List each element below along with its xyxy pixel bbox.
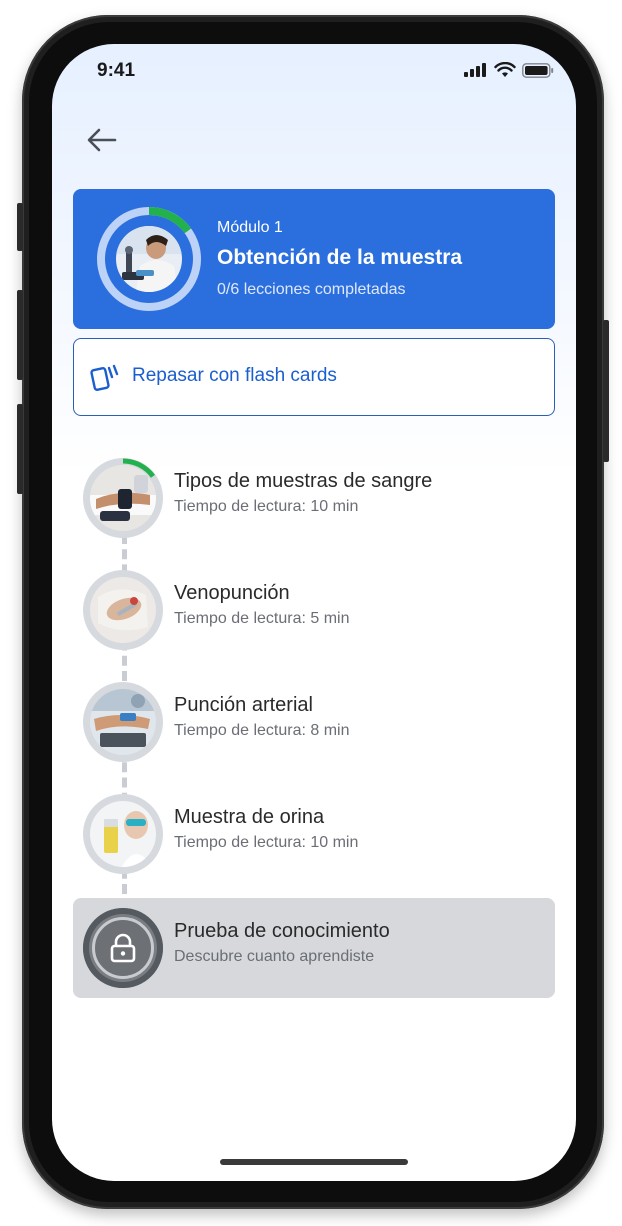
battery-icon xyxy=(522,62,554,78)
lesson-reading-time: Tiempo de lectura: 8 min xyxy=(174,722,350,739)
signal-icon xyxy=(464,63,486,77)
lesson-title: Muestra de orina xyxy=(174,806,325,828)
lesson-progress-ring xyxy=(83,570,163,650)
lesson-item[interactable]: Tipos de muestras de sangre Tiempo de le… xyxy=(73,448,555,548)
wifi-icon xyxy=(494,62,516,77)
home-indicator xyxy=(220,1159,408,1165)
flash-cards-icon xyxy=(90,364,119,391)
flash-cards-button[interactable]: Repasar con flash cards xyxy=(73,338,555,416)
volume-up-button xyxy=(17,290,23,380)
knowledge-quiz-item[interactable]: Prueba de conocimiento Descubre cuanto a… xyxy=(73,898,555,998)
lesson-progress-ring xyxy=(83,458,163,538)
flash-cards-label: Repasar con flash cards xyxy=(132,365,337,386)
volume-down-button xyxy=(17,404,23,494)
lesson-progress-ring xyxy=(83,794,163,874)
module-progress-text: 0/6 lecciones completadas xyxy=(217,281,406,298)
power-button xyxy=(603,320,609,462)
module-image xyxy=(116,226,182,292)
back-button[interactable] xyxy=(86,124,118,156)
lesson-progress-circle xyxy=(83,458,163,538)
module-subtitle: Módulo 1 xyxy=(217,219,283,236)
status-time: 9:41 xyxy=(97,60,136,81)
quiz-title: Prueba de conocimiento xyxy=(174,920,390,942)
lesson-item[interactable]: Punción arterial Tiempo de lectura: 8 mi… xyxy=(73,672,555,772)
lesson-progress-circle xyxy=(83,682,163,762)
quiz-subtitle: Descubre cuanto aprendiste xyxy=(174,948,375,965)
lesson-reading-time: Tiempo de lectura: 5 min xyxy=(174,610,350,627)
lesson-reading-time: Tiempo de lectura: 10 min xyxy=(174,498,359,515)
lesson-title: Punción arterial xyxy=(174,694,313,716)
arrow-left-icon xyxy=(87,128,117,152)
quiz-locked-circle xyxy=(83,908,163,988)
module-card[interactable]: Módulo 1 Obtención de la muestra 0/6 lec… xyxy=(73,189,555,329)
lesson-title: Venopunción xyxy=(174,582,290,604)
lesson-progress-ring xyxy=(83,682,163,762)
lesson-progress-circle xyxy=(83,570,163,650)
module-title: Obtención de la muestra xyxy=(217,246,463,269)
lesson-progress-circle xyxy=(83,794,163,874)
screen: 9:41 Módulo 1 Obtención de la muestra 0/… xyxy=(52,44,576,1181)
lesson-reading-time: Tiempo de lectura: 10 min xyxy=(174,834,359,851)
silent-switch xyxy=(17,203,23,251)
lesson-item[interactable]: Muestra de orina Tiempo de lectura: 10 m… xyxy=(73,784,555,884)
lesson-title: Tipos de muestras de sangre xyxy=(174,470,433,492)
lock-icon xyxy=(110,933,136,963)
lesson-item[interactable]: Venopunción Tiempo de lectura: 5 min xyxy=(73,560,555,660)
status-icons xyxy=(464,62,554,78)
